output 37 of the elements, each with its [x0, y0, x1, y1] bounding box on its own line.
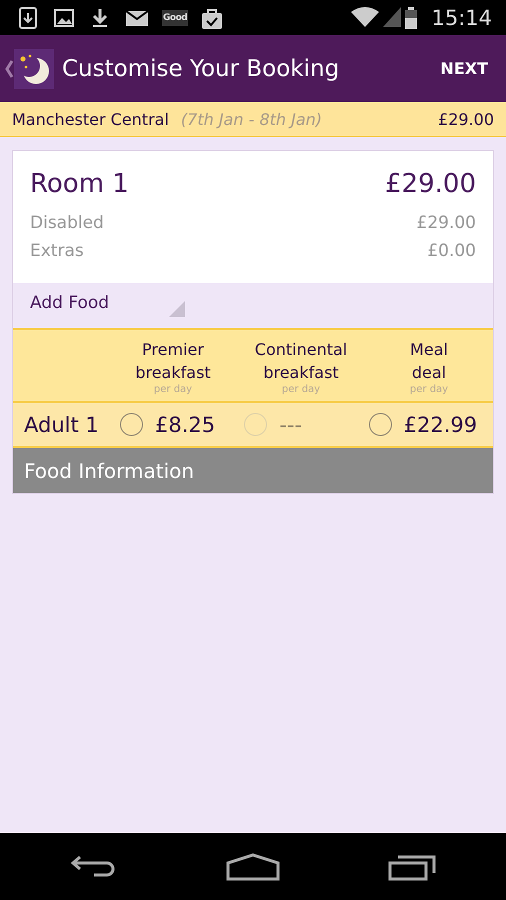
- image-icon: [54, 6, 76, 28]
- line-label: Extras: [30, 240, 84, 263]
- add-food-dropdown[interactable]: Add Food: [30, 293, 110, 313]
- back-icon[interactable]: [4, 58, 14, 78]
- line-amount: £29.00: [416, 212, 476, 235]
- radio-button[interactable]: [368, 413, 392, 436]
- moon-logo-icon: [14, 48, 54, 88]
- room-price: £29.00: [385, 169, 476, 199]
- next-button[interactable]: NEXT: [440, 51, 488, 86]
- battery-icon: [405, 6, 418, 28]
- shopping-bag-icon: [202, 6, 222, 28]
- option-price: ---: [279, 412, 302, 436]
- clock: 15:14: [431, 6, 492, 30]
- date-range: (7th Jan - 8th Jan): [180, 110, 324, 128]
- radio-button[interactable]: [120, 413, 143, 436]
- download-icon: [18, 6, 40, 28]
- option-price: £8.25: [155, 412, 216, 436]
- column-heading: Premier breakfast: [135, 339, 211, 384]
- line-label: Disabled: [30, 212, 104, 235]
- column-unit: per day: [410, 384, 448, 395]
- line-amount: £0.00: [427, 240, 476, 263]
- food-information-button[interactable]: Food Information: [13, 448, 493, 493]
- hotel-name: Manchester Central: [12, 110, 169, 128]
- home-icon[interactable]: [226, 852, 280, 880]
- signal-icon: [383, 6, 402, 26]
- option-price: £22.99: [404, 412, 478, 436]
- column-unit: per day: [154, 384, 192, 395]
- screen-title: Customise Your Booking: [62, 56, 340, 82]
- app-badge-icon: Good: [162, 10, 188, 26]
- wifi-icon: [351, 6, 380, 26]
- recent-apps-icon[interactable]: [388, 852, 436, 880]
- column-unit: per day: [282, 384, 320, 395]
- guest-label: Adult 1: [24, 412, 100, 436]
- room-title: Room 1: [30, 169, 129, 199]
- column-heading: Meal deal: [410, 339, 448, 384]
- total-price: £29.00: [438, 110, 494, 128]
- column-heading: Continental breakfast: [254, 339, 348, 384]
